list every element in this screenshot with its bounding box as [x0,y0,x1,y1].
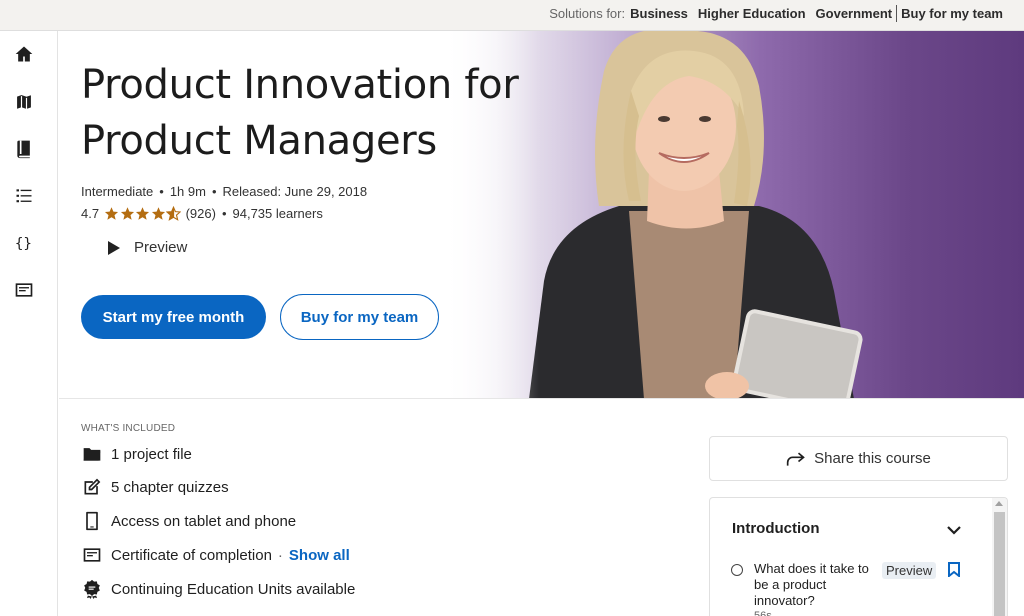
topbar-divider [896,5,898,22]
separator-dot: · [277,546,283,564]
section-title[interactable]: Introduction [732,520,819,537]
certificate-icon[interactable] [13,279,35,301]
share-arrow-icon [786,452,805,466]
preview-label: Preview [134,239,188,256]
topbar-link-higher-education[interactable]: Higher Education [698,6,806,21]
included-item-label: 1 project file [111,445,192,463]
topbar-link-business[interactable]: Business [630,6,688,21]
course-title-line1: Product Innovation for [81,62,519,108]
show-all-link[interactable]: Show all [289,547,350,564]
folder-icon [81,443,103,465]
chevron-down-icon[interactable] [947,525,961,535]
book-icon[interactable] [13,138,35,160]
star-icon [105,207,119,220]
share-course-button[interactable]: Share this course [709,436,1008,481]
top-bar: Solutions for: Business Higher Education… [0,0,1024,31]
certificate-icon [81,544,103,566]
included-item-quizzes: 5 chapter quizzes [81,476,229,498]
share-label: Share this course [814,450,931,467]
scroll-up-arrow-icon[interactable] [995,501,1003,506]
buy-for-team-button[interactable]: Buy for my team [280,294,439,340]
rating-stars [104,206,182,221]
toc-scrollbar-thumb[interactable] [994,512,1005,616]
bookmark-icon[interactable] [948,562,960,577]
course-level: Intermediate [81,184,154,199]
included-item-project-file: 1 project file [81,443,192,465]
rating-value: 4.7 [81,206,100,221]
star-half-icon [166,206,182,221]
video-duration: 56s [754,610,772,616]
left-rail: {} [0,31,58,616]
included-item-label: Continuing Education Units available [111,580,356,598]
preview-button[interactable]: Preview [108,239,187,256]
edit-icon [81,476,103,498]
badge-icon [81,578,103,600]
map-icon[interactable] [13,91,35,113]
course-rating-row: 4.7 (926) • 94,735 learners [81,206,323,221]
star-icon [136,207,150,220]
course-title: Product Innovation for Product Managers [81,57,561,169]
solutions-label: Solutions for: [549,6,626,21]
learner-count: 94,735 learners [232,206,323,221]
video-title[interactable]: What does it take to be a product innova… [754,561,874,609]
course-hero: Product Innovation for Product Managers … [59,31,1024,399]
included-item-certificate: Certificate of completion · Show all [81,544,350,566]
whats-included-heading: WHAT'S INCLUDED [81,423,176,434]
review-count[interactable]: (926) [186,206,216,221]
topbar-link-government[interactable]: Government [816,6,893,21]
star-icon [151,207,165,220]
course-contents-panel: Introduction What does it take to be a p… [709,497,1008,616]
star-icon [120,207,134,220]
course-meta: Intermediate • 1h 9m • Released: June 29, 20… [81,184,368,199]
included-item-ceu: Continuing Education Units available [81,578,355,600]
topbar-link-buy-for-team[interactable]: Buy for my team [901,6,1003,21]
start-free-month-button[interactable]: Start my free month [81,295,266,339]
included-item-label: 5 chapter quizzes [111,478,229,496]
course-duration: 1h 9m [169,184,206,199]
code-icon[interactable]: {} [13,232,35,254]
included-item-label: Access on tablet and phone [111,512,297,530]
list-icon[interactable] [13,185,35,207]
instructor-portrait [529,31,863,398]
course-released: Released: June 29, 2018 [222,184,368,199]
svg-text:{}: {} [15,236,32,252]
course-title-line2: Product Managers [81,118,437,164]
preview-badge[interactable]: Preview [882,562,937,579]
play-icon [108,240,120,255]
phone-icon [81,510,103,532]
home-icon[interactable] [13,43,35,65]
included-item-mobile-access: Access on tablet and phone [81,510,296,532]
video-status-circle [731,564,743,576]
included-item-label: Certificate of completion [111,546,272,564]
